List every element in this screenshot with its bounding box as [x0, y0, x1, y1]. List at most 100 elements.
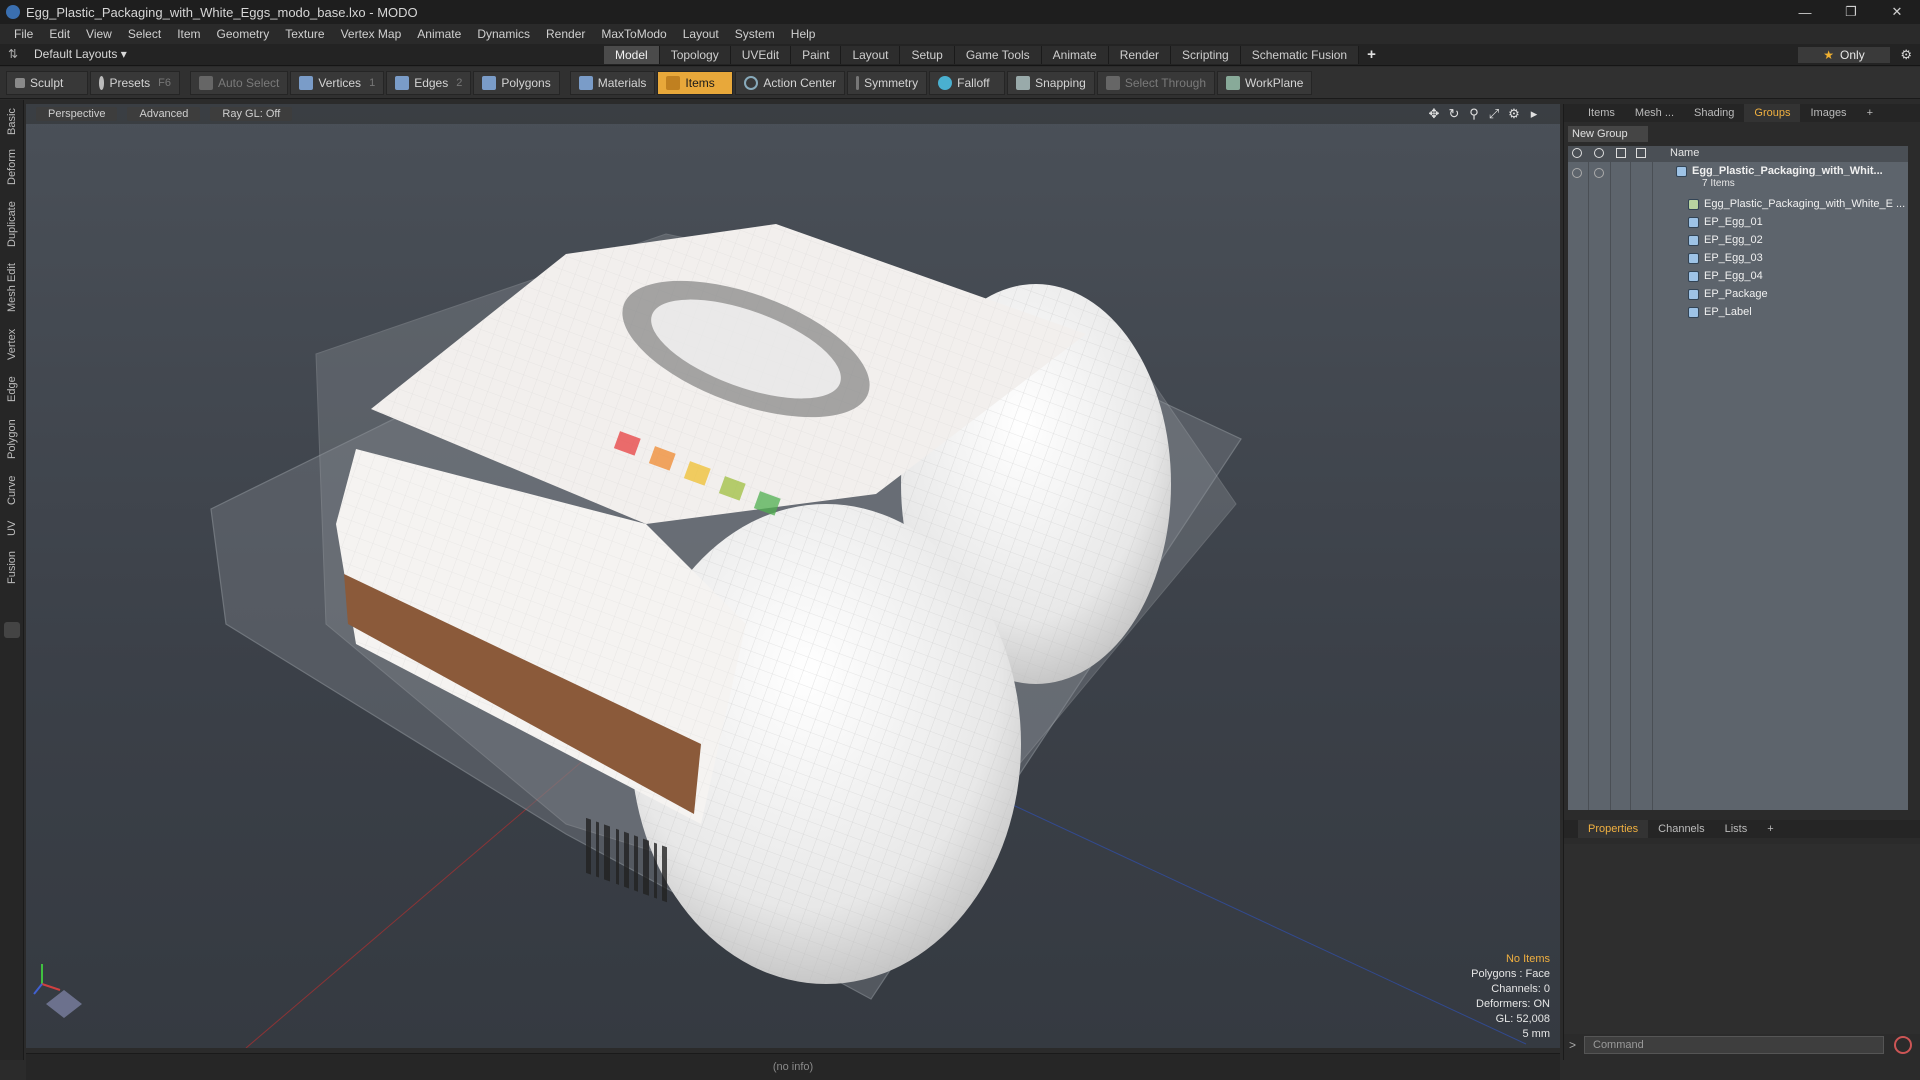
workplane-icon — [1226, 75, 1240, 90]
tab-topology[interactable]: Topology — [659, 46, 731, 64]
brush-icon — [15, 77, 25, 88]
presets-button[interactable]: Presets F6 — [90, 70, 180, 95]
sculpt-button[interactable]: Sculpt — [6, 70, 88, 95]
tab-images[interactable]: Images — [1800, 104, 1856, 122]
menu-vertex-map[interactable]: Vertex Map — [333, 27, 410, 41]
add-tab-icon[interactable]: + — [1857, 104, 1883, 122]
menu-file[interactable]: File — [6, 27, 41, 41]
only-button[interactable]: ★ Only — [1798, 47, 1890, 63]
menu-render[interactable]: Render — [538, 27, 593, 41]
tab-groups[interactable]: Groups — [1744, 104, 1801, 122]
command-history-icon[interactable] — [1894, 1036, 1912, 1054]
eye-icon[interactable] — [1572, 168, 1582, 178]
modo-logo-icon — [6, 5, 20, 19]
list-item[interactable]: EP_Egg_04 — [1568, 268, 1908, 286]
list-item[interactable]: EP_Egg_03 — [1568, 250, 1908, 268]
tab-items[interactable]: Items — [1578, 104, 1625, 122]
vtab-deform[interactable]: Deform — [2, 144, 22, 190]
polygons-button[interactable]: Polygons — [473, 70, 560, 95]
gear-icon[interactable]: ⚙ — [1506, 106, 1522, 122]
lock-icon[interactable] — [1616, 148, 1626, 158]
render-icon[interactable] — [1594, 168, 1604, 178]
tab-uvedit[interactable]: UVEdit — [730, 46, 792, 64]
close-icon[interactable]: ✕ — [1874, 0, 1920, 24]
gear-icon[interactable]: ⚙ — [1900, 47, 1912, 63]
vtab-curve[interactable]: Curve — [2, 470, 22, 510]
select-through-button[interactable]: Select Through — [1096, 70, 1215, 95]
tab-game-tools[interactable]: Game Tools — [954, 46, 1042, 64]
menu-animate[interactable]: Animate — [409, 27, 469, 41]
menu-item[interactable]: Item — [169, 27, 208, 41]
sculpt-label: Sculpt — [30, 75, 64, 90]
view-type-button[interactable]: Perspective — [36, 107, 118, 121]
palette-toggle-button[interactable] — [4, 622, 20, 638]
vtab-polygon[interactable]: Polygon — [2, 412, 22, 466]
tab-scripting[interactable]: Scripting — [1171, 46, 1241, 64]
layout-selector[interactable]: ⇅ Default Layouts ▾ — [8, 47, 127, 61]
group-row[interactable]: Egg_Plastic_Packaging_with_Whit... 7 Ite… — [1568, 164, 1908, 189]
items-button[interactable]: Items — [657, 70, 734, 95]
vertices-button[interactable]: Vertices 1 — [290, 70, 385, 95]
menu-select[interactable]: Select — [120, 27, 169, 41]
list-item[interactable]: EP_Egg_02 — [1568, 232, 1908, 250]
materials-button[interactable]: Materials — [569, 70, 656, 95]
tab-mesh[interactable]: Mesh ... — [1625, 104, 1684, 122]
vtab-edge[interactable]: Edge — [2, 370, 22, 408]
vtab-vertex[interactable]: Vertex — [2, 322, 22, 366]
falloff-button[interactable]: Falloff — [929, 70, 1006, 95]
3d-viewport[interactable]: Perspective Advanced Ray GL: Off ✥ ↻ ⚲ ⤢… — [26, 104, 1560, 1048]
menu-view[interactable]: View — [78, 27, 120, 41]
fit-icon[interactable]: ⤢ — [1486, 106, 1502, 122]
tab-animate[interactable]: Animate — [1041, 46, 1109, 64]
raygl-button[interactable]: Ray GL: Off — [210, 107, 293, 121]
menu-dynamics[interactable]: Dynamics — [469, 27, 538, 41]
rotate-icon[interactable]: ↻ — [1446, 106, 1462, 122]
vtab-mesh-edit[interactable]: Mesh Edit — [2, 258, 22, 318]
shading-mode-button[interactable]: Advanced — [127, 107, 201, 121]
symmetry-button[interactable]: Symmetry — [847, 70, 928, 95]
select-icon[interactable] — [1636, 148, 1646, 158]
menu-layout[interactable]: Layout — [675, 27, 727, 41]
tab-shading[interactable]: Shading — [1684, 104, 1744, 122]
list-item[interactable]: EP_Label — [1568, 304, 1908, 322]
tab-paint[interactable]: Paint — [791, 46, 842, 64]
chevron-right-icon[interactable]: ▸ — [1526, 106, 1542, 122]
menu-texture[interactable]: Texture — [277, 27, 332, 41]
list-item[interactable]: EP_Package — [1568, 286, 1908, 304]
menu-geometry[interactable]: Geometry — [209, 27, 278, 41]
workplane-button[interactable]: WorkPlane — [1217, 70, 1313, 95]
tab-render[interactable]: Render — [1108, 46, 1172, 64]
menu-system[interactable]: System — [727, 27, 783, 41]
list-item[interactable]: EP_Egg_01 — [1568, 214, 1908, 232]
edges-button[interactable]: Edges 2 — [386, 70, 472, 95]
auto-select-button[interactable]: Auto Select — [190, 70, 289, 95]
tab-channels[interactable]: Channels — [1648, 820, 1714, 838]
vtab-duplicate[interactable]: Duplicate — [2, 194, 22, 254]
zoom-icon[interactable]: ⚲ — [1466, 106, 1482, 122]
tab-layout[interactable]: Layout — [841, 46, 901, 64]
tab-model[interactable]: Model — [604, 46, 660, 64]
command-input[interactable]: Command — [1584, 1036, 1884, 1054]
tab-properties[interactable]: Properties — [1578, 820, 1649, 838]
pan-icon[interactable]: ✥ — [1426, 106, 1442, 122]
vtab-basic[interactable]: Basic — [2, 104, 22, 140]
action-center-button[interactable]: Action Center — [735, 70, 846, 95]
add-tab-icon[interactable]: + — [1757, 820, 1783, 838]
restore-icon[interactable]: ❐ — [1828, 0, 1874, 24]
render-icon[interactable] — [1594, 148, 1604, 158]
vtab-uv[interactable]: UV — [2, 514, 22, 542]
snapping-button[interactable]: Snapping — [1007, 70, 1095, 95]
new-group-button[interactable]: New Group — [1568, 126, 1648, 142]
tab-lists[interactable]: Lists — [1715, 820, 1758, 838]
list-item[interactable]: Egg_Plastic_Packaging_with_White_E ... — [1568, 196, 1908, 214]
eye-icon[interactable] — [1572, 148, 1582, 158]
menu-edit[interactable]: Edit — [41, 27, 78, 41]
minimize-icon[interactable]: — — [1782, 0, 1828, 24]
add-tab-icon[interactable]: + — [1359, 46, 1384, 64]
vtab-fusion[interactable]: Fusion — [2, 546, 22, 588]
vertices-label: Vertices — [318, 75, 362, 90]
tab-setup[interactable]: Setup — [900, 46, 955, 64]
tab-schematic-fusion[interactable]: Schematic Fusion — [1240, 46, 1360, 64]
menu-maxtomodo[interactable]: MaxToModo — [593, 27, 674, 41]
menu-help[interactable]: Help — [783, 27, 824, 41]
